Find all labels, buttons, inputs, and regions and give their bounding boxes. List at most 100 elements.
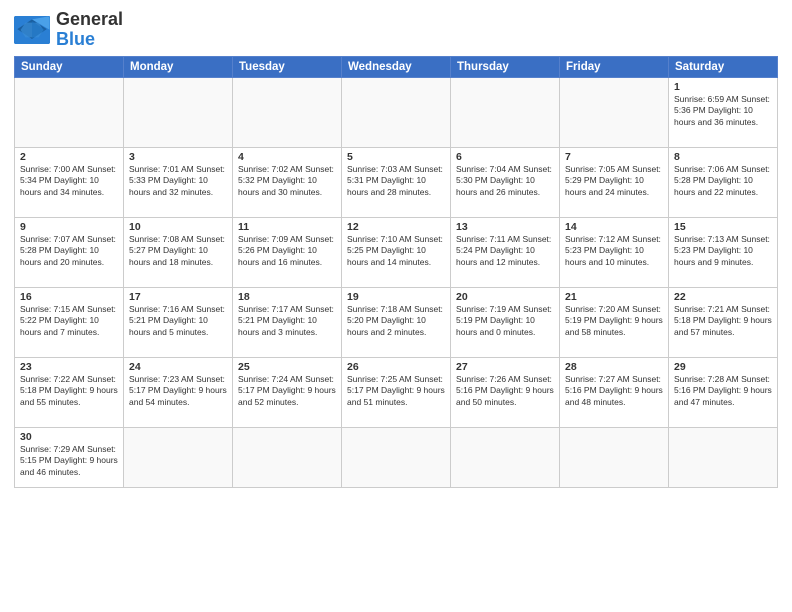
weekday-friday: Friday [560,56,669,77]
calendar-cell: 8Sunrise: 7:06 AM Sunset: 5:28 PM Daylig… [669,147,778,217]
calendar-cell: 12Sunrise: 7:10 AM Sunset: 5:25 PM Dayli… [342,217,451,287]
day-info: Sunrise: 7:28 AM Sunset: 5:16 PM Dayligh… [674,374,772,408]
day-number: 5 [347,151,445,163]
calendar-cell: 22Sunrise: 7:21 AM Sunset: 5:18 PM Dayli… [669,287,778,357]
day-info: Sunrise: 7:09 AM Sunset: 5:26 PM Dayligh… [238,234,336,268]
day-info: Sunrise: 7:17 AM Sunset: 5:21 PM Dayligh… [238,304,336,338]
calendar-cell: 6Sunrise: 7:04 AM Sunset: 5:30 PM Daylig… [451,147,560,217]
calendar-cell: 7Sunrise: 7:05 AM Sunset: 5:29 PM Daylig… [560,147,669,217]
day-info: Sunrise: 7:11 AM Sunset: 5:24 PM Dayligh… [456,234,554,268]
weekday-wednesday: Wednesday [342,56,451,77]
calendar-cell: 17Sunrise: 7:16 AM Sunset: 5:21 PM Dayli… [124,287,233,357]
calendar-cell: 25Sunrise: 7:24 AM Sunset: 5:17 PM Dayli… [233,357,342,427]
day-number: 9 [20,221,118,233]
day-number: 30 [20,431,118,443]
calendar: SundayMondayTuesdayWednesdayThursdayFrid… [14,56,778,488]
day-info: Sunrise: 6:59 AM Sunset: 5:36 PM Dayligh… [674,94,772,128]
day-info: Sunrise: 7:29 AM Sunset: 5:15 PM Dayligh… [20,444,118,478]
day-info: Sunrise: 7:19 AM Sunset: 5:19 PM Dayligh… [456,304,554,338]
day-info: Sunrise: 7:24 AM Sunset: 5:17 PM Dayligh… [238,374,336,408]
calendar-cell: 13Sunrise: 7:11 AM Sunset: 5:24 PM Dayli… [451,217,560,287]
day-number: 17 [129,291,227,303]
day-info: Sunrise: 7:01 AM Sunset: 5:33 PM Dayligh… [129,164,227,198]
logo-icon [14,16,50,44]
calendar-cell: 28Sunrise: 7:27 AM Sunset: 5:16 PM Dayli… [560,357,669,427]
day-number: 7 [565,151,663,163]
calendar-cell [233,427,342,487]
weekday-saturday: Saturday [669,56,778,77]
day-number: 15 [674,221,772,233]
day-info: Sunrise: 7:12 AM Sunset: 5:23 PM Dayligh… [565,234,663,268]
calendar-cell [342,77,451,147]
day-number: 28 [565,361,663,373]
calendar-cell: 15Sunrise: 7:13 AM Sunset: 5:23 PM Dayli… [669,217,778,287]
day-info: Sunrise: 7:25 AM Sunset: 5:17 PM Dayligh… [347,374,445,408]
calendar-week-6: 30Sunrise: 7:29 AM Sunset: 5:15 PM Dayli… [15,427,778,487]
weekday-monday: Monday [124,56,233,77]
calendar-cell: 14Sunrise: 7:12 AM Sunset: 5:23 PM Dayli… [560,217,669,287]
calendar-cell: 10Sunrise: 7:08 AM Sunset: 5:27 PM Dayli… [124,217,233,287]
calendar-cell [124,427,233,487]
calendar-cell: 16Sunrise: 7:15 AM Sunset: 5:22 PM Dayli… [15,287,124,357]
calendar-cell: 4Sunrise: 7:02 AM Sunset: 5:32 PM Daylig… [233,147,342,217]
calendar-cell: 11Sunrise: 7:09 AM Sunset: 5:26 PM Dayli… [233,217,342,287]
day-info: Sunrise: 7:02 AM Sunset: 5:32 PM Dayligh… [238,164,336,198]
day-number: 14 [565,221,663,233]
day-info: Sunrise: 7:05 AM Sunset: 5:29 PM Dayligh… [565,164,663,198]
calendar-cell: 26Sunrise: 7:25 AM Sunset: 5:17 PM Dayli… [342,357,451,427]
day-info: Sunrise: 7:06 AM Sunset: 5:28 PM Dayligh… [674,164,772,198]
day-info: Sunrise: 7:13 AM Sunset: 5:23 PM Dayligh… [674,234,772,268]
day-info: Sunrise: 7:16 AM Sunset: 5:21 PM Dayligh… [129,304,227,338]
calendar-cell [560,77,669,147]
day-number: 13 [456,221,554,233]
day-number: 29 [674,361,772,373]
day-number: 16 [20,291,118,303]
day-number: 3 [129,151,227,163]
calendar-cell: 5Sunrise: 7:03 AM Sunset: 5:31 PM Daylig… [342,147,451,217]
calendar-cell: 3Sunrise: 7:01 AM Sunset: 5:33 PM Daylig… [124,147,233,217]
day-info: Sunrise: 7:18 AM Sunset: 5:20 PM Dayligh… [347,304,445,338]
day-info: Sunrise: 7:15 AM Sunset: 5:22 PM Dayligh… [20,304,118,338]
calendar-cell: 29Sunrise: 7:28 AM Sunset: 5:16 PM Dayli… [669,357,778,427]
calendar-cell: 27Sunrise: 7:26 AM Sunset: 5:16 PM Dayli… [451,357,560,427]
day-info: Sunrise: 7:00 AM Sunset: 5:34 PM Dayligh… [20,164,118,198]
day-info: Sunrise: 7:10 AM Sunset: 5:25 PM Dayligh… [347,234,445,268]
day-info: Sunrise: 7:03 AM Sunset: 5:31 PM Dayligh… [347,164,445,198]
day-info: Sunrise: 7:08 AM Sunset: 5:27 PM Dayligh… [129,234,227,268]
calendar-cell: 19Sunrise: 7:18 AM Sunset: 5:20 PM Dayli… [342,287,451,357]
calendar-cell: 24Sunrise: 7:23 AM Sunset: 5:17 PM Dayli… [124,357,233,427]
logo: GeneralBlue [14,10,123,50]
day-number: 18 [238,291,336,303]
day-number: 22 [674,291,772,303]
calendar-cell [451,77,560,147]
calendar-cell: 2Sunrise: 7:00 AM Sunset: 5:34 PM Daylig… [15,147,124,217]
calendar-week-5: 23Sunrise: 7:22 AM Sunset: 5:18 PM Dayli… [15,357,778,427]
day-info: Sunrise: 7:21 AM Sunset: 5:18 PM Dayligh… [674,304,772,338]
logo-text: GeneralBlue [56,10,123,50]
day-info: Sunrise: 7:27 AM Sunset: 5:16 PM Dayligh… [565,374,663,408]
day-info: Sunrise: 7:26 AM Sunset: 5:16 PM Dayligh… [456,374,554,408]
day-number: 6 [456,151,554,163]
calendar-cell: 23Sunrise: 7:22 AM Sunset: 5:18 PM Dayli… [15,357,124,427]
day-number: 26 [347,361,445,373]
weekday-thursday: Thursday [451,56,560,77]
day-number: 8 [674,151,772,163]
logo-general: General [56,9,123,29]
calendar-cell [342,427,451,487]
calendar-cell: 1Sunrise: 6:59 AM Sunset: 5:36 PM Daylig… [669,77,778,147]
day-number: 27 [456,361,554,373]
calendar-cell: 21Sunrise: 7:20 AM Sunset: 5:19 PM Dayli… [560,287,669,357]
weekday-header-row: SundayMondayTuesdayWednesdayThursdayFrid… [15,56,778,77]
weekday-tuesday: Tuesday [233,56,342,77]
calendar-week-1: 1Sunrise: 6:59 AM Sunset: 5:36 PM Daylig… [15,77,778,147]
day-number: 2 [20,151,118,163]
day-info: Sunrise: 7:22 AM Sunset: 5:18 PM Dayligh… [20,374,118,408]
day-number: 1 [674,81,772,93]
calendar-week-2: 2Sunrise: 7:00 AM Sunset: 5:34 PM Daylig… [15,147,778,217]
day-number: 19 [347,291,445,303]
calendar-cell: 20Sunrise: 7:19 AM Sunset: 5:19 PM Dayli… [451,287,560,357]
calendar-cell [560,427,669,487]
day-number: 23 [20,361,118,373]
calendar-cell [124,77,233,147]
logo-blue: Blue [56,29,95,49]
